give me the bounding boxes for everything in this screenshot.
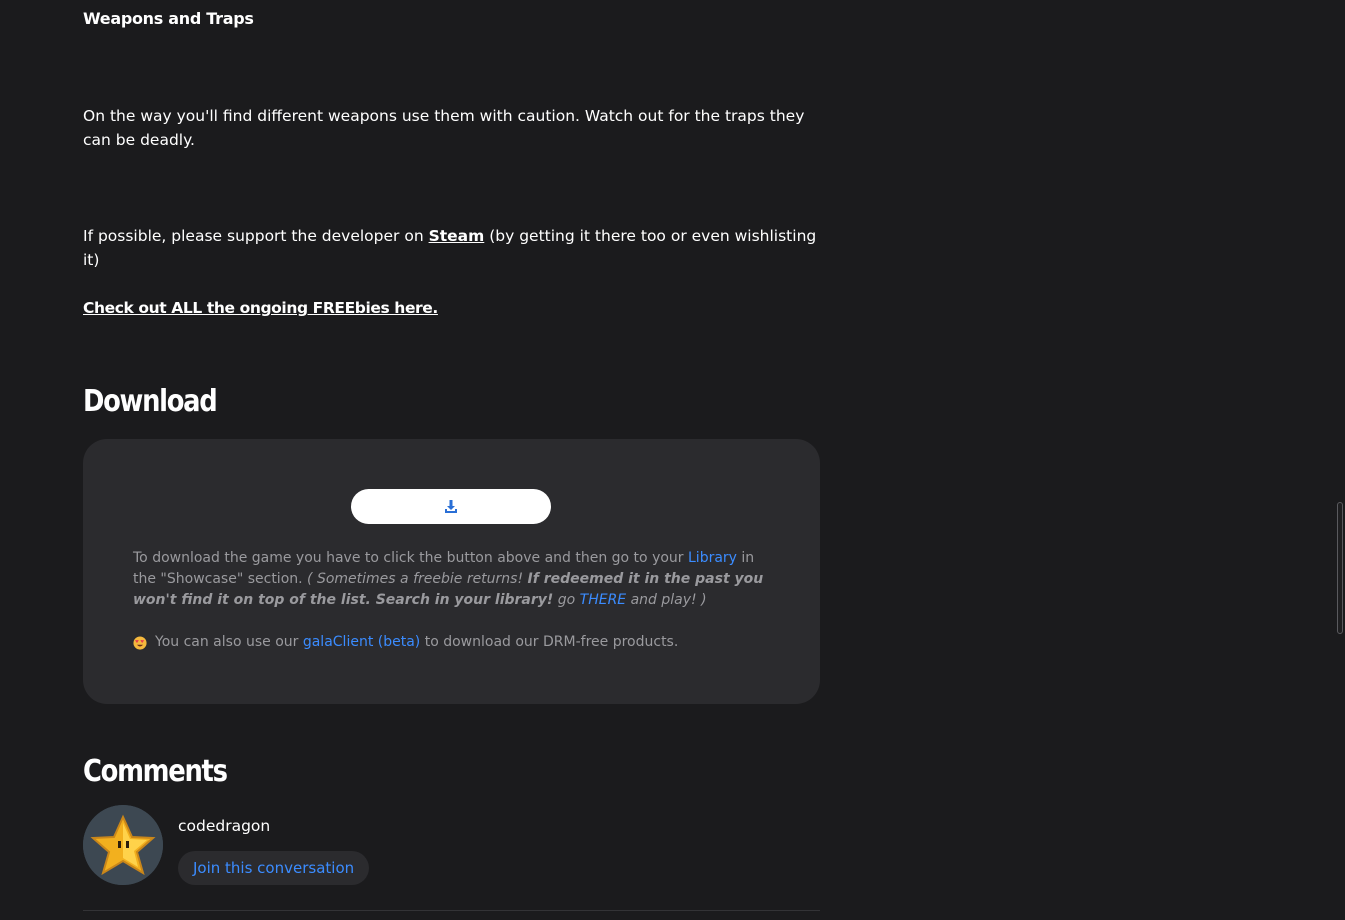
support-prefix: If possible, please support the develope… xyxy=(83,227,429,245)
scrollbar-track[interactable] xyxy=(1336,0,1345,920)
comment-entry: codedragon Join this conversation xyxy=(83,805,820,905)
weapons-paragraph: On the way you'll find different weapons… xyxy=(83,107,805,149)
client-suffix: to download our DRM-free products. xyxy=(424,634,679,650)
download-heading: Download xyxy=(83,384,218,419)
galaclient-note: You can also use our galaClient (beta) t… xyxy=(133,632,773,653)
heart-eyes-emoji-icon xyxy=(133,635,147,650)
download-instructions: To download the game you have to click t… xyxy=(133,548,773,611)
download-card: To download the game you have to click t… xyxy=(83,439,820,704)
weapons-heading: Weapons and Traps xyxy=(83,9,254,28)
download-icon xyxy=(445,499,457,513)
star-avatar-icon xyxy=(83,805,163,885)
join-conversation-button[interactable]: Join this conversation xyxy=(178,851,370,885)
steam-link[interactable]: Steam xyxy=(429,227,485,245)
library-link[interactable]: Library xyxy=(688,550,737,566)
comment-username[interactable]: codedragon xyxy=(178,817,270,835)
freebies-paragraph: Check out ALL the ongoing FREEbies here. xyxy=(83,296,820,320)
client-prefix: You can also use our xyxy=(155,634,299,650)
scrollbar-thumb[interactable] xyxy=(1337,502,1343,634)
avatar[interactable] xyxy=(83,805,163,885)
there-link[interactable]: THERE xyxy=(580,592,627,608)
freebies-link[interactable]: Check out ALL the ongoing FREEbies here. xyxy=(83,299,438,317)
go-text: go xyxy=(553,592,580,608)
support-paragraph: If possible, please support the develope… xyxy=(83,224,820,272)
comments-heading: Comments xyxy=(83,754,228,789)
download-info-text: To download the game you have to click t… xyxy=(133,550,688,566)
galaclient-link[interactable]: galaClient (beta) xyxy=(303,632,420,653)
freebie-note: ( Sometimes a freebie returns! xyxy=(307,571,528,587)
download-button[interactable] xyxy=(351,489,551,524)
comments-divider xyxy=(83,910,820,911)
play-text: and play! ) xyxy=(626,592,707,608)
